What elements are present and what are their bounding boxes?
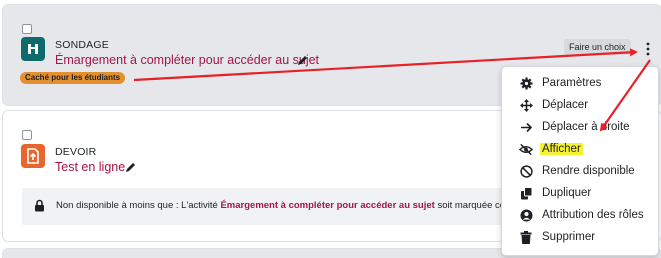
restriction-text: Non disponible à moins que : L'activité … [56, 200, 509, 211]
restriction-activity-link[interactable]: Émargement à compléter pour accéder au s… [220, 200, 434, 211]
activity-actions-menu: Paramètres Déplacer Déplacer à droite Af… [501, 66, 659, 256]
menu-item-move[interactable]: Déplacer [502, 94, 658, 116]
kebab-menu-icon[interactable] [641, 40, 655, 58]
menu-item-label: Déplacer à droite [542, 121, 630, 133]
eye-slash-icon [519, 142, 533, 156]
menu-item-delete[interactable]: Supprimer [502, 226, 658, 248]
ban-icon [519, 164, 533, 178]
select-checkbox-survey[interactable] [22, 24, 32, 34]
arrow-right-icon [519, 120, 533, 134]
survey-module-icon [21, 37, 45, 61]
menu-item-label: Paramètres [542, 77, 602, 89]
activity-type-label: DEVOIR [55, 146, 97, 158]
edit-pencil-icon[interactable] [297, 53, 309, 71]
menu-item-assign-roles[interactable]: Attribution des rôles [502, 204, 658, 226]
menu-item-label: Déplacer [542, 99, 589, 111]
select-checkbox-assignment[interactable] [22, 130, 32, 140]
gear-icon [519, 76, 533, 90]
activity-type-label: SONDAGE [55, 39, 109, 51]
hidden-status-badge: Caché pour les étudiants [20, 72, 126, 84]
menu-item-label: Rendre disponible [542, 165, 635, 177]
assignment-module-icon [21, 144, 45, 168]
move-icon [519, 98, 533, 112]
copy-icon [519, 186, 533, 200]
menu-item-label: Dupliquer [542, 187, 592, 199]
menu-item-show[interactable]: Afficher [502, 138, 658, 160]
menu-item-move-right[interactable]: Déplacer à droite [502, 116, 658, 138]
menu-item-label: Supprimer [542, 231, 596, 243]
menu-item-make-available[interactable]: Rendre disponible [502, 160, 658, 182]
menu-item-label: Attribution des rôles [542, 209, 644, 221]
access-restriction-box: Non disponible à moins que : L'activité … [22, 188, 522, 225]
user-circle-icon [519, 208, 533, 222]
menu-item-settings[interactable]: Paramètres [502, 72, 658, 94]
trash-icon [519, 230, 533, 244]
activity-name-link[interactable]: Émargement à compléter pour accéder au s… [55, 53, 319, 67]
activity-name-link[interactable]: Test en ligne [55, 160, 125, 174]
menu-item-duplicate[interactable]: Dupliquer [502, 182, 658, 204]
menu-item-label: Afficher [540, 143, 583, 155]
make-choice-button[interactable]: Faire un choix [564, 39, 631, 55]
lock-icon [34, 199, 45, 217]
edit-pencil-icon[interactable] [125, 160, 137, 178]
